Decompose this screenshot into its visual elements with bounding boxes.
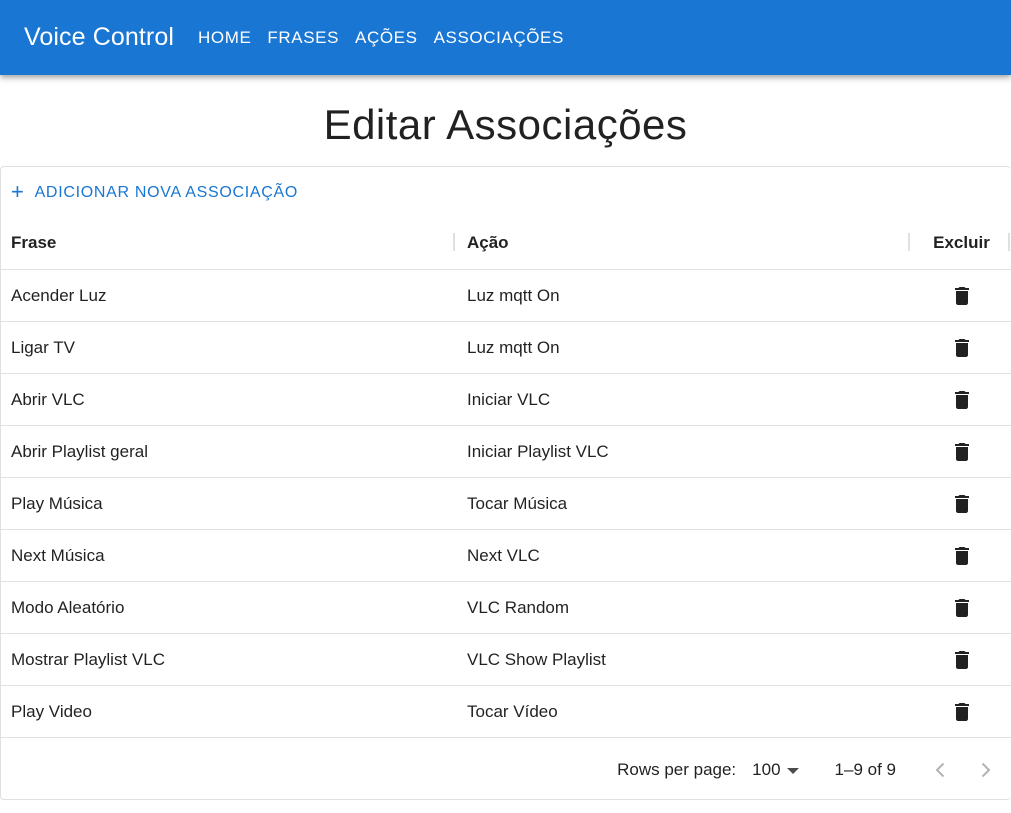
associations-grid: + ADICIONAR NOVA ASSOCIAÇÃO Frase Ação E… <box>0 166 1011 800</box>
cell-frase[interactable]: Play Música <box>11 478 451 529</box>
delete-cell <box>911 530 1011 581</box>
cell-acao[interactable]: Iniciar Playlist VLC <box>467 426 907 477</box>
table-row[interactable]: Play Música Tocar Música <box>1 478 1011 530</box>
delete-cell <box>911 270 1011 321</box>
column-header-frase[interactable]: Frase <box>11 217 451 269</box>
table-row[interactable]: Abrir Playlist geral Iniciar Playlist VL… <box>1 426 1011 478</box>
page-title: Editar Associações <box>323 101 688 148</box>
trash-icon[interactable] <box>950 284 974 308</box>
trash-icon[interactable] <box>950 648 974 672</box>
table-row[interactable]: Play Video Tocar Vídeo <box>1 686 1011 738</box>
nav-home[interactable]: HOME <box>190 22 259 54</box>
column-separator[interactable] <box>908 233 910 251</box>
table-header: Frase Ação Excluir <box>1 217 1011 270</box>
app-title[interactable]: Voice Control <box>24 23 174 52</box>
cell-frase[interactable]: Mostrar Playlist VLC <box>11 634 451 685</box>
rows-per-page-value: 100 <box>752 759 781 779</box>
pagination-footer: Rows per page: 100 1–9 of 9 <box>1 739 1011 800</box>
cell-frase[interactable]: Play Video <box>11 686 451 737</box>
cell-acao[interactable]: Next VLC <box>467 530 907 581</box>
trash-icon[interactable] <box>950 596 974 620</box>
cell-acao[interactable]: Luz mqtt On <box>467 322 907 373</box>
trash-icon[interactable] <box>950 544 974 568</box>
table-row[interactable]: Abrir VLC Iniciar VLC <box>1 374 1011 426</box>
delete-cell <box>911 426 1011 477</box>
cell-frase[interactable]: Next Música <box>11 530 451 581</box>
trash-icon[interactable] <box>950 388 974 412</box>
delete-cell <box>911 478 1011 529</box>
cell-frase[interactable]: Modo Aleatório <box>11 582 451 633</box>
column-separator[interactable] <box>453 233 455 251</box>
nav-frases[interactable]: FRASES <box>259 22 347 54</box>
column-separator[interactable] <box>1008 233 1010 251</box>
cell-frase[interactable]: Abrir VLC <box>11 374 451 425</box>
cell-frase[interactable]: Acender Luz <box>11 270 451 321</box>
trash-icon[interactable] <box>950 492 974 516</box>
table-row[interactable]: Modo Aleatório VLC Random <box>1 582 1011 634</box>
table-row[interactable]: Acender Luz Luz mqtt On <box>1 270 1011 322</box>
delete-cell <box>911 322 1011 373</box>
delete-cell <box>911 374 1011 425</box>
previous-page-button[interactable] <box>920 750 960 790</box>
cell-acao[interactable]: Tocar Vídeo <box>467 686 907 737</box>
column-header-acao[interactable]: Ação <box>467 217 907 269</box>
cell-acao[interactable]: Luz mqtt On <box>467 270 907 321</box>
delete-cell <box>911 634 1011 685</box>
delete-cell <box>911 686 1011 737</box>
nav-acoes[interactable]: AÇÕES <box>347 22 426 54</box>
pagination-range: 1–9 of 9 <box>834 759 896 779</box>
column-header-excluir[interactable]: Excluir <box>911 217 1011 269</box>
table-row[interactable]: Mostrar Playlist VLC VLC Show Playlist <box>1 634 1011 686</box>
app-bar: Voice Control HOME FRASES AÇÕES ASSOCIAÇ… <box>0 0 1011 75</box>
rows-per-page-select[interactable]: 100 <box>752 759 799 780</box>
table-body: Acender Luz Luz mqtt On Ligar TV Luz mqt… <box>1 270 1011 738</box>
rows-per-page-label: Rows per page: <box>617 759 737 779</box>
trash-icon[interactable] <box>950 336 974 360</box>
nav-associacoes[interactable]: ASSOCIAÇÕES <box>426 22 572 54</box>
table-row[interactable]: Next Música Next VLC <box>1 530 1011 582</box>
main-nav: HOME FRASES AÇÕES ASSOCIAÇÕES <box>190 22 572 54</box>
cell-acao[interactable]: VLC Show Playlist <box>467 634 907 685</box>
chevron-left-icon <box>935 762 945 777</box>
cell-frase[interactable]: Abrir Playlist geral <box>11 426 451 477</box>
cell-acao[interactable]: VLC Random <box>467 582 907 633</box>
dropdown-arrow-icon <box>786 767 799 774</box>
trash-icon[interactable] <box>950 700 974 724</box>
next-page-button[interactable] <box>966 750 1006 790</box>
plus-icon: + <box>11 179 25 204</box>
table-row[interactable]: Ligar TV Luz mqtt On <box>1 322 1011 374</box>
chevron-right-icon <box>981 762 991 777</box>
trash-icon[interactable] <box>950 440 974 464</box>
add-association-button[interactable]: + ADICIONAR NOVA ASSOCIAÇÃO <box>11 179 299 204</box>
cell-acao[interactable]: Iniciar VLC <box>467 374 907 425</box>
cell-frase[interactable]: Ligar TV <box>11 322 451 373</box>
cell-acao[interactable]: Tocar Música <box>467 478 907 529</box>
delete-cell <box>911 582 1011 633</box>
grid-toolbar: + ADICIONAR NOVA ASSOCIAÇÃO <box>1 167 1011 219</box>
add-association-label: ADICIONAR NOVA ASSOCIAÇÃO <box>34 184 299 201</box>
